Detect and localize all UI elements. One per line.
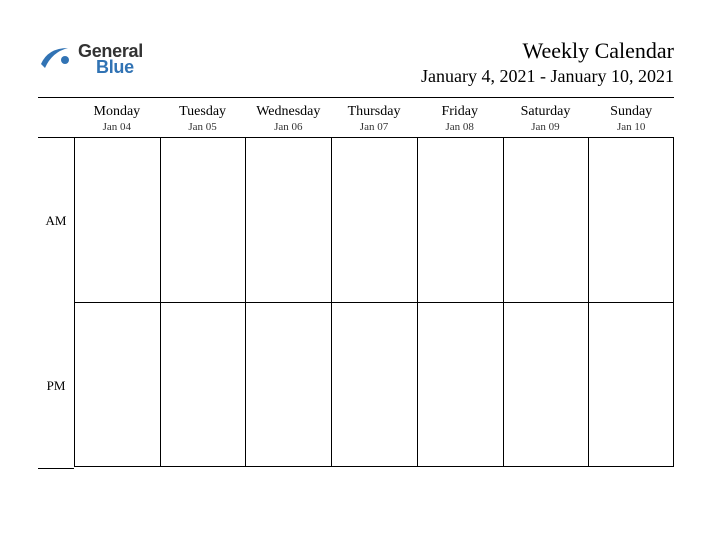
day-header-wed: Wednesday Jan 06 — [245, 104, 331, 133]
cell — [74, 302, 160, 467]
cell — [588, 137, 674, 302]
day-date: Jan 09 — [503, 121, 589, 133]
day-date: Jan 07 — [331, 121, 417, 133]
time-labels: AM PM — [38, 137, 74, 469]
cell — [503, 302, 589, 467]
day-name: Tuesday — [160, 104, 246, 120]
day-date: Jan 06 — [245, 121, 331, 133]
divider — [38, 97, 674, 98]
day-date: Jan 04 — [74, 121, 160, 133]
cell — [245, 137, 331, 302]
day-date: Jan 05 — [160, 121, 246, 133]
cell — [503, 137, 589, 302]
cell — [245, 302, 331, 467]
header: General Blue Weekly Calendar January 4, … — [38, 38, 674, 87]
day-header-tue: Tuesday Jan 05 — [160, 104, 246, 133]
logo: General Blue — [38, 38, 143, 78]
day-header-thu: Thursday Jan 07 — [331, 104, 417, 133]
spacer — [38, 104, 74, 133]
day-header-sat: Saturday Jan 09 — [503, 104, 589, 133]
cells — [74, 137, 674, 469]
cell — [331, 137, 417, 302]
day-date: Jan 10 — [588, 121, 674, 133]
cell — [160, 302, 246, 467]
cell — [331, 302, 417, 467]
cell — [417, 137, 503, 302]
day-name: Thursday — [331, 104, 417, 120]
cell — [417, 302, 503, 467]
date-range: January 4, 2021 - January 10, 2021 — [421, 66, 674, 87]
day-header-mon: Monday Jan 04 — [74, 104, 160, 133]
day-header-fri: Friday Jan 08 — [417, 104, 503, 133]
day-name: Sunday — [588, 104, 674, 120]
day-name: Monday — [74, 104, 160, 120]
period-am: AM — [38, 138, 74, 303]
cell — [588, 302, 674, 467]
day-name: Wednesday — [245, 104, 331, 120]
cell — [160, 137, 246, 302]
cell — [74, 137, 160, 302]
period-pm: PM — [38, 303, 74, 468]
logo-swoosh-icon — [38, 42, 72, 76]
day-headers: Monday Jan 04 Tuesday Jan 05 Wednesday J… — [38, 104, 674, 133]
day-date: Jan 08 — [417, 121, 503, 133]
calendar-grid: AM PM — [38, 137, 674, 469]
logo-text: General Blue — [78, 42, 143, 76]
title-block: Weekly Calendar January 4, 2021 - Januar… — [421, 38, 674, 87]
day-header-sun: Sunday Jan 10 — [588, 104, 674, 133]
page-title: Weekly Calendar — [421, 38, 674, 64]
day-name: Saturday — [503, 104, 589, 120]
day-name: Friday — [417, 104, 503, 120]
